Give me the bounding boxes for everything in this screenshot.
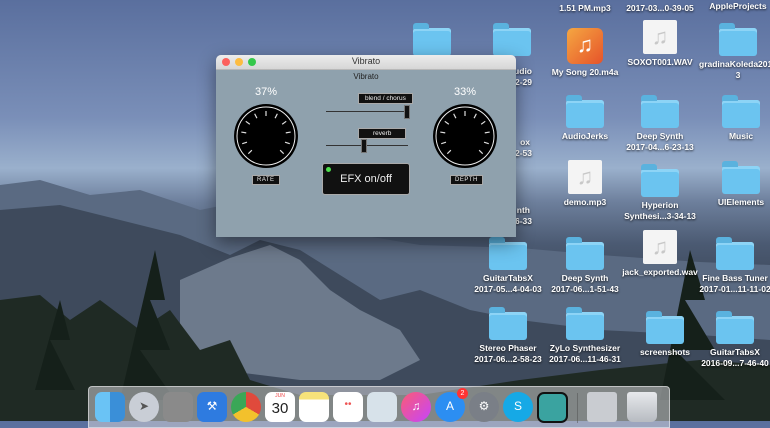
folder-icon (641, 164, 679, 197)
item-label: Deep Synth (636, 131, 684, 141)
music-note-icon: ♫ (568, 160, 602, 194)
folder-icon (646, 311, 684, 344)
app-store-icon[interactable]: A 2 (435, 388, 468, 422)
item-label: Hyperion (641, 200, 679, 210)
folder-icon (566, 95, 604, 128)
preview-icon[interactable] (367, 392, 397, 422)
blend-slider-thumb[interactable] (404, 105, 410, 119)
dock: ➤ ⚒ JUN 30 •• ♫ A 2 ⚙ S (88, 386, 670, 428)
depth-percent: 33% (454, 86, 477, 98)
item-label: GuitarTabsX (710, 347, 760, 357)
folder-icon (566, 237, 604, 270)
rate-knob[interactable] (233, 103, 299, 169)
music-note-icon: ♫ (643, 230, 677, 264)
item-label: 2017-06...11-46-31 (549, 354, 621, 364)
item-label: 2016-09...7-46-40 (701, 358, 769, 368)
plugin-title: Vibrato (353, 72, 379, 81)
folder-icon (489, 237, 527, 270)
folder-icon (719, 23, 757, 56)
window-title: Vibrato (351, 56, 381, 66)
folder-icon (641, 95, 679, 128)
folder-icon (716, 237, 754, 270)
item-label: 2017-04...6-23-13 (626, 142, 694, 152)
item-label: SOXOT001.WAV (627, 57, 693, 67)
folder-icon (716, 311, 754, 344)
desktop-item-guitartabsx-2[interactable]: GuitarTabsX 2016-09...7-46-40 (690, 310, 770, 369)
item-label: Synthesi...3-34-13 (624, 211, 696, 221)
calendar-day: 30 (271, 400, 289, 417)
item-label: 3 (735, 70, 741, 80)
depth-label: DEPTH (450, 175, 483, 185)
rate-label: RATE (252, 175, 280, 185)
desktop-item-uielements[interactable]: UIElements (696, 160, 770, 208)
garageband-icon (567, 28, 603, 64)
calendar-icon[interactable]: JUN 30 (265, 392, 295, 422)
notes-keynote-icon[interactable] (163, 392, 193, 422)
item-label: 2017-03...0-39-05 (626, 3, 694, 13)
knob-tick (440, 131, 446, 134)
folder-icon (722, 161, 760, 194)
item-label: AppleProjects (709, 1, 767, 11)
efx-label: EFX on/off (340, 173, 392, 185)
calendar-month: JUN (275, 393, 285, 399)
folder-icon (413, 23, 451, 56)
knob-tick (484, 131, 490, 134)
blend-chorus-label: blend / chorus (358, 93, 413, 104)
reminders-icon[interactable]: •• (333, 392, 363, 422)
blend-slider-track[interactable] (326, 111, 408, 112)
efx-led (326, 167, 331, 172)
downloads-stack-icon[interactable] (587, 392, 617, 422)
efx-toggle-button[interactable]: EFX on/off (322, 163, 410, 195)
folder-icon (566, 307, 604, 340)
item-label: UIElements (717, 197, 765, 207)
item-label: gradinaKoleda2017 (699, 59, 770, 69)
folder-icon (489, 307, 527, 340)
depth-knob[interactable] (432, 103, 498, 169)
app-store-badge: 2 (457, 388, 468, 399)
launchpad-icon[interactable]: ➤ (129, 392, 159, 422)
dock-separator (577, 393, 578, 423)
desktop-item-zylo[interactable]: ZyLo Synthesizer 2017-06...11-46-31 (540, 306, 630, 365)
desktop-item-soxot[interactable]: ♫ SOXOT001.WAV (615, 20, 705, 68)
reverb-label: reverb (358, 128, 407, 139)
itunes-icon[interactable]: ♫ (401, 392, 431, 422)
item-label: ZyLo Synthesizer (549, 343, 621, 353)
vibrato-window: Vibrato Vibrato 37% 33% RATE DEPTH blend… (216, 55, 516, 237)
system-preferences-icon[interactable]: ⚙ (469, 392, 499, 422)
xcode-icon[interactable]: ⚒ (197, 392, 227, 422)
desktop-item-top-date[interactable]: 2017-03...0-39-05 (615, 0, 705, 14)
trash-icon[interactable] (627, 392, 657, 422)
vibrato-app-icon[interactable] (537, 392, 568, 423)
rate-percent: 37% (255, 86, 278, 98)
item-label: 2017-06...1-51-43 (551, 284, 619, 294)
item-label: Fine Bass Tuner (702, 273, 768, 283)
finder-icon[interactable] (95, 392, 125, 422)
skype-icon[interactable]: S (503, 392, 533, 422)
desktop-item-gradina[interactable]: gradinaKoleda2017 3 (693, 22, 770, 81)
desktop-item-top-folder-2[interactable] (387, 22, 477, 56)
music-note-icon: ♫ (643, 20, 677, 54)
desktop-item-appleprojects[interactable]: AppleProjects (693, 0, 770, 12)
item-label: My Song 20.m4a (551, 67, 619, 77)
item-label: 2017-01...11-11-02 (699, 284, 770, 294)
item-label: Music (728, 131, 754, 141)
desktop-item-fine-bass-tuner[interactable]: Fine Bass Tuner 2017-01...11-11-02 (690, 236, 770, 295)
knob-tick (285, 131, 291, 134)
notes-icon[interactable] (299, 392, 329, 422)
folder-icon (722, 95, 760, 128)
chrome-icon[interactable] (231, 392, 261, 422)
knob-tick (241, 131, 247, 134)
desktop-item-deep-synth-1[interactable]: Deep Synth 2017-04...6-23-13 (615, 94, 705, 153)
reverb-slider-thumb[interactable] (361, 139, 368, 153)
desktop-item-music[interactable]: Music (696, 94, 770, 142)
folder-icon (493, 23, 531, 56)
window-titlebar[interactable]: Vibrato (216, 55, 516, 70)
desktop-item-hyperion[interactable]: Hyperion Synthesi...3-34-13 (615, 163, 705, 222)
